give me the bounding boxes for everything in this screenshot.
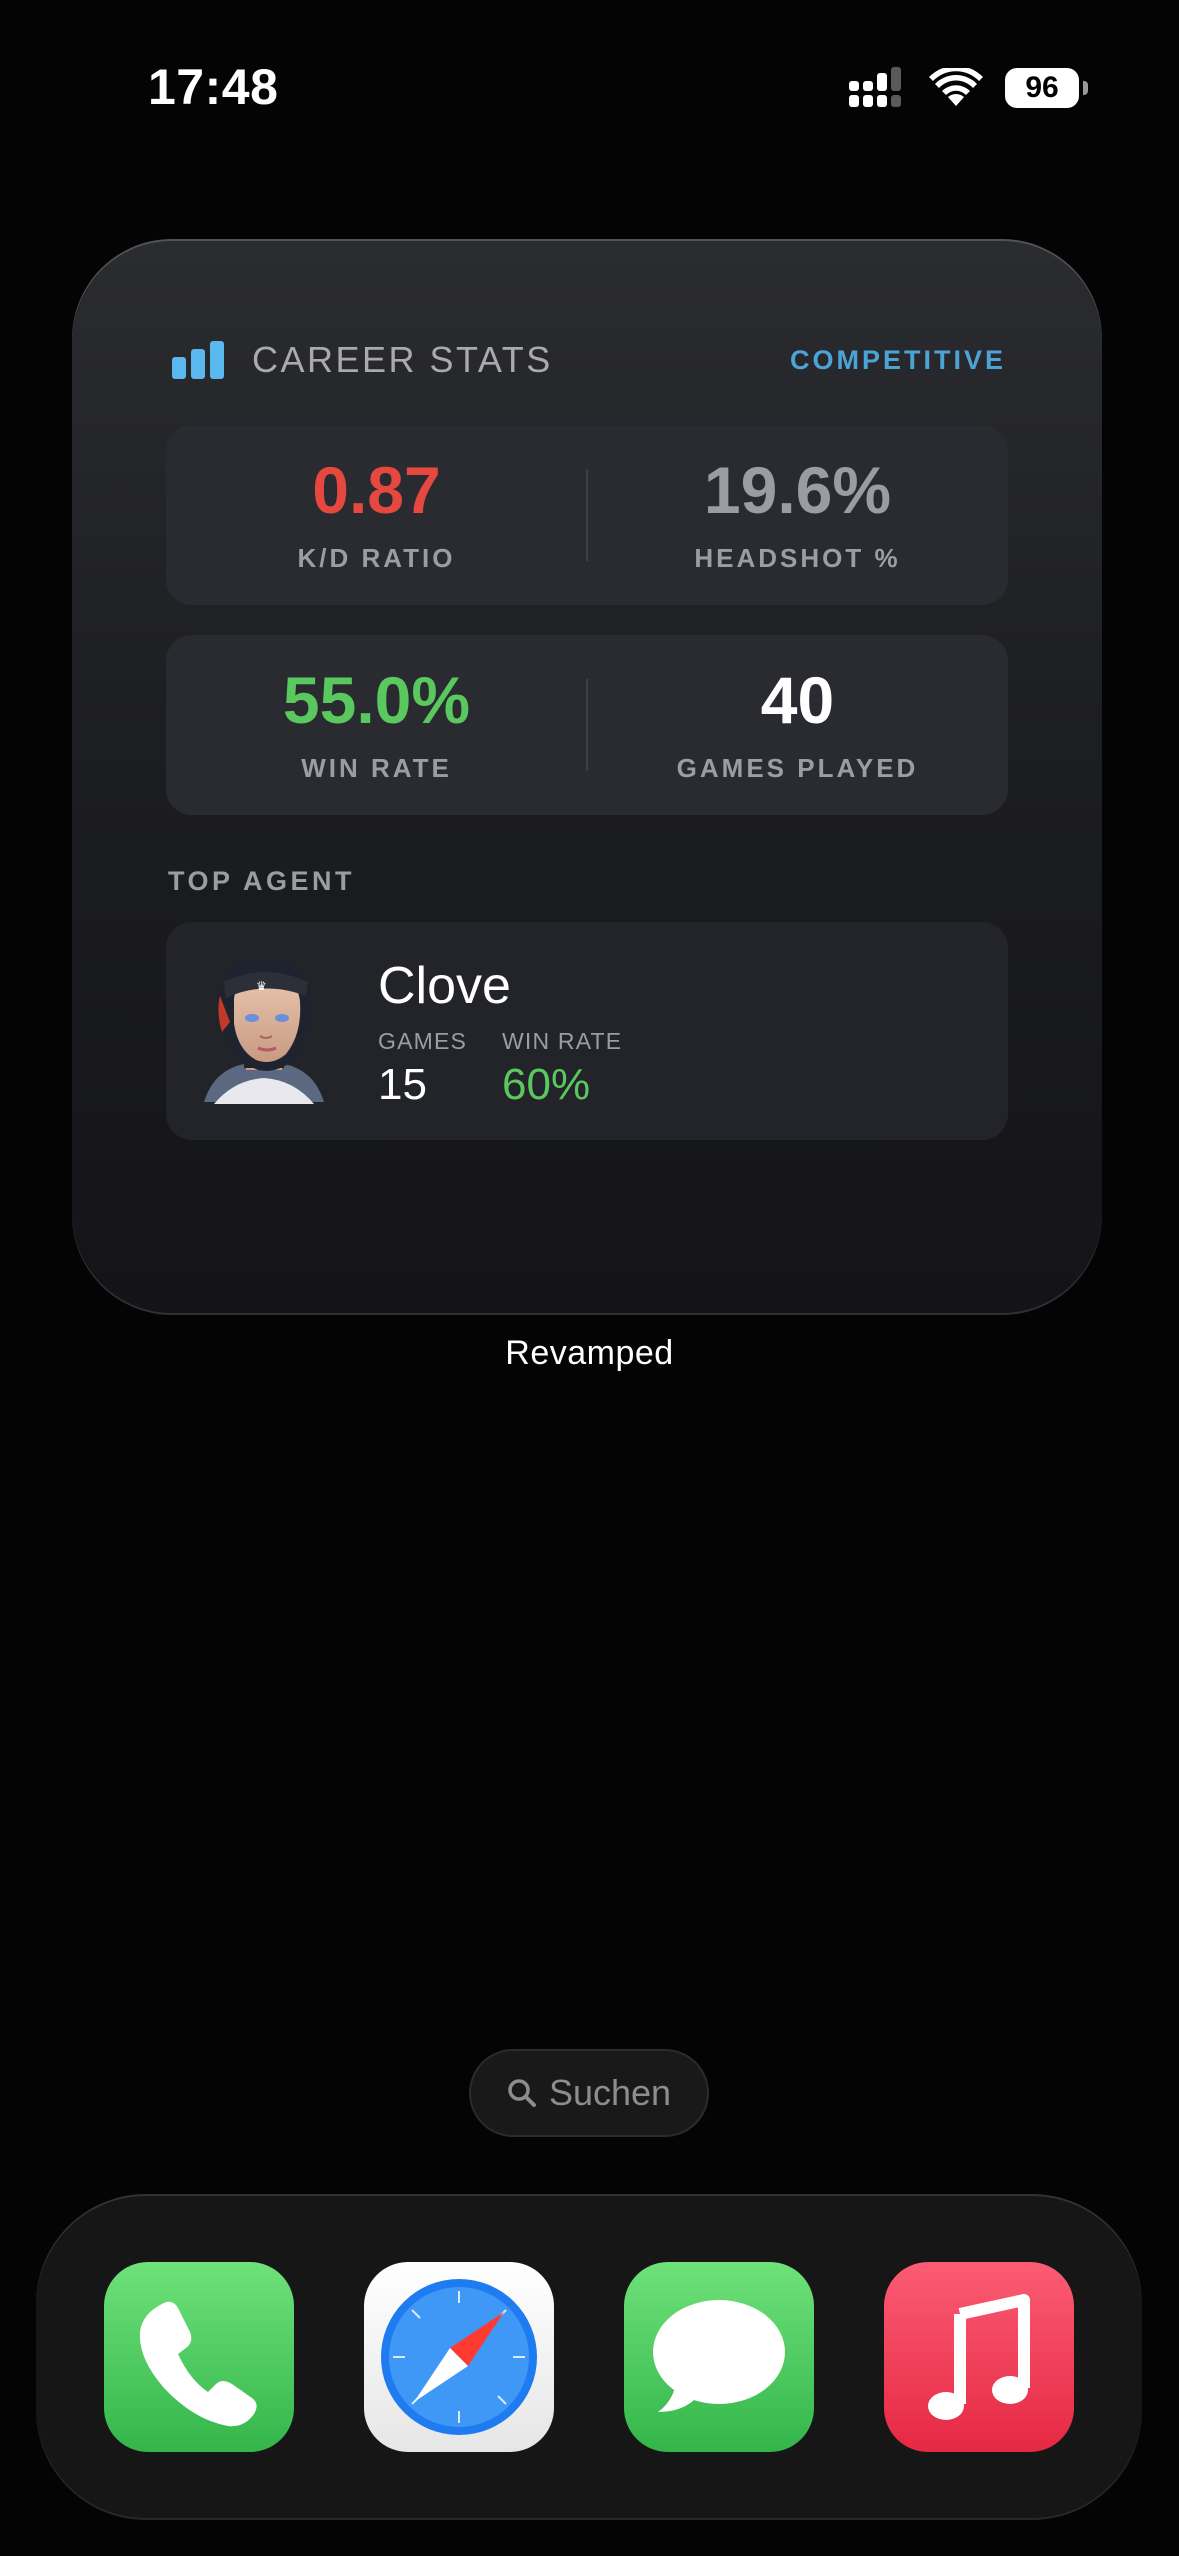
kd-label: K/D RATIO xyxy=(297,543,456,573)
win-rate-label: WIN RATE xyxy=(301,753,452,783)
widget-caption: Revamped xyxy=(505,1334,674,1372)
kd-value: 0.87 xyxy=(312,453,441,527)
dock xyxy=(36,2194,1142,2520)
games-played-label: GAMES PLAYED xyxy=(676,753,919,783)
career-stats-widget[interactable]: CAREER STATS COMPETITIVE 0.87 K/D RATIO … xyxy=(72,239,1102,1315)
search-label: Suchen xyxy=(548,2072,672,2113)
safari-app-icon[interactable] xyxy=(364,2262,554,2452)
agent-games-value: 15 xyxy=(378,1060,427,1109)
search-icon xyxy=(508,2079,536,2107)
agent-games-label: GAMES xyxy=(378,1028,468,1054)
headshot-value: 19.6% xyxy=(703,453,892,527)
stats-card-winrate-games: 55.0% WIN RATE 40 GAMES PLAYED xyxy=(166,635,1008,815)
widget-header: CAREER STATS COMPETITIVE xyxy=(172,337,1006,383)
messages-app-icon[interactable] xyxy=(624,2262,814,2452)
svg-text:♛: ♛ xyxy=(256,979,267,993)
cellular-signal-icon xyxy=(849,67,901,107)
widget-title: CAREER STATS xyxy=(252,339,553,380)
music-app-icon[interactable] xyxy=(884,2262,1074,2452)
agent-name: Clove xyxy=(378,957,511,1015)
phone-app-icon[interactable] xyxy=(104,2262,294,2452)
battery-indicator: 96 xyxy=(1005,68,1088,108)
win-rate-value: 55.0% xyxy=(282,663,471,737)
bar-chart-icon xyxy=(172,341,224,379)
top-agent-card: ♛ Clove GAMES 15 WIN RATE 60% xyxy=(166,922,1008,1140)
top-agent-section-label: TOP AGENT xyxy=(168,866,356,896)
stats-card-kd-headshot: 0.87 K/D RATIO 19.6% HEADSHOT % xyxy=(166,425,1008,605)
agent-win-rate-value: 60% xyxy=(502,1060,591,1109)
games-played-value: 40 xyxy=(760,663,835,737)
headshot-stat: 19.6% HEADSHOT % xyxy=(587,425,1008,605)
search-button[interactable]: Suchen xyxy=(469,2049,709,2137)
mode-label: COMPETITIVE xyxy=(789,344,1006,375)
games-played-stat: 40 GAMES PLAYED xyxy=(587,635,1008,815)
status-time: 17:48 xyxy=(148,59,279,115)
status-icons: 96 xyxy=(847,62,1088,114)
win-rate-stat: 55.0% WIN RATE xyxy=(166,635,587,815)
agent-portrait-image: ♛ xyxy=(204,958,324,1104)
agent-win-rate-label: WIN RATE xyxy=(502,1028,623,1054)
headshot-label: HEADSHOT % xyxy=(694,543,901,573)
wifi-icon xyxy=(929,68,983,106)
kd-stat: 0.87 K/D RATIO xyxy=(166,425,587,605)
